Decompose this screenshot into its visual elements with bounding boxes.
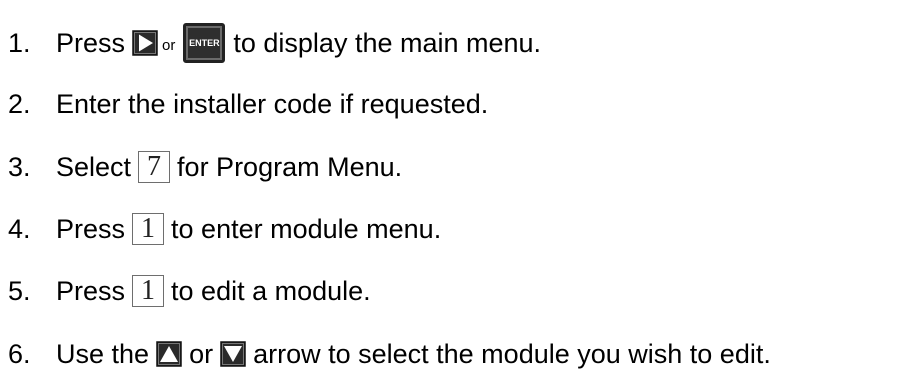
step-5: 5. Press 1 to edit a module. (8, 271, 371, 311)
down-arrow-key-icon (220, 341, 246, 367)
step-6: 6. Use the or arrow to select the module… (8, 334, 771, 374)
key-1-icon: 1 (132, 213, 165, 245)
step-number: 1. (8, 27, 31, 58)
step-text: Use the (56, 338, 150, 369)
up-arrow-key-icon (156, 341, 182, 367)
step-text: to display the main menu. (233, 27, 542, 58)
step-text: to enter module menu. (171, 213, 442, 244)
right-arrow-key-icon (132, 30, 158, 56)
or-text: or (162, 36, 176, 54)
step-number: 6. (8, 338, 31, 369)
step-text: Select (56, 151, 132, 182)
or-text: or (189, 338, 214, 369)
step-1: 1. Press or ENTER to display the main me… (8, 23, 541, 63)
step-text: Press (56, 213, 126, 244)
enter-key-icon: ENTER (183, 23, 226, 63)
key-7-icon: 7 (138, 151, 171, 183)
step-text: Press (56, 27, 126, 58)
step-2: 2. Enter the installer code if requested… (8, 84, 488, 124)
step-number: 2. (8, 88, 31, 119)
step-text: Enter the installer code if requested. (56, 88, 489, 119)
step-4: 4. Press 1 to enter module menu. (8, 209, 441, 249)
step-text: to edit a module. (171, 275, 371, 306)
step-number: 4. (8, 213, 31, 244)
step-text: for Program Menu. (177, 151, 403, 182)
step-number: 5. (8, 275, 31, 306)
step-text: arrow to select the module you wish to e… (253, 338, 771, 369)
enter-key-label: ENTER (189, 38, 220, 48)
step-3: 3. Select 7 for Program Menu. (8, 147, 402, 187)
step-number: 3. (8, 151, 31, 182)
step-text: Press (56, 275, 126, 306)
key-1-icon: 1 (132, 275, 165, 307)
